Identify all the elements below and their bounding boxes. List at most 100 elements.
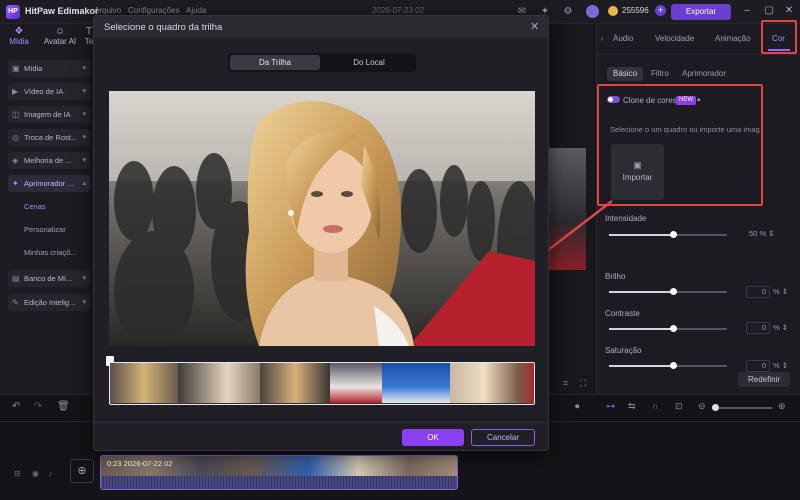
track-lock-icon[interactable]: ⊟ xyxy=(14,469,21,478)
menu-arquivo[interactable]: Arquivo xyxy=(94,6,121,15)
link-icon[interactable]: ⊶ xyxy=(606,401,615,412)
frame-thumb[interactable] xyxy=(178,363,260,403)
chevron-down-icon: ▾ xyxy=(82,88,86,95)
left-panel: ❖ Mídia ☺ Avatar AI T Te ▣ Mídia ▾ ▶ Vídeo … xyxy=(0,24,94,394)
subtab-filtro[interactable]: Filtro xyxy=(645,67,675,81)
datetime-label: 2026-07-23 02 xyxy=(372,6,425,15)
delete-icon[interactable]: 🗑 xyxy=(57,401,70,412)
zoom-slider[interactable] xyxy=(712,404,772,411)
value-box-brilho[interactable]: 0 xyxy=(746,286,770,298)
chevron-down-icon: ▾ xyxy=(82,134,86,141)
magnet-icon[interactable]: ∩ xyxy=(652,401,658,411)
slider-fill xyxy=(609,365,673,367)
frame-thumb[interactable] xyxy=(110,363,178,403)
frame-strip[interactable] xyxy=(109,362,535,405)
subtab-aprimorador[interactable]: Aprimorador xyxy=(676,67,732,81)
fullscreen-icon[interactable]: ⌗ xyxy=(563,378,568,389)
sidebar-item-midia[interactable]: ▣ Mídia ▾ xyxy=(8,60,90,77)
sidebar-item-imagem-ia[interactable]: ◫ Imagem de IA ▾ xyxy=(8,106,90,123)
dialog-footer: OK Cancelar xyxy=(94,422,548,451)
add-credits-icon[interactable]: + xyxy=(655,5,666,16)
split-icon[interactable]: ⇆ xyxy=(628,401,636,412)
dialog-header: Selecione o quadro da trilha ✕ xyxy=(94,16,548,38)
track-audio-icon[interactable]: ♪ xyxy=(48,469,52,478)
ok-button[interactable]: OK xyxy=(402,429,464,446)
redo-icon[interactable]: ↷ xyxy=(34,401,42,412)
video-icon: ▶ xyxy=(12,87,19,96)
slider-knob[interactable] xyxy=(670,362,677,369)
avatar[interactable] xyxy=(586,5,599,18)
tab-do-local[interactable]: Do Local xyxy=(324,55,414,70)
sidebar-sub-personalizar[interactable]: Personalizar xyxy=(24,225,66,234)
timeline-clip[interactable]: 0:23 2026-07-22 02 xyxy=(100,455,458,490)
image-icon: ◫ xyxy=(12,110,20,119)
unit-saturacao: % ⇕ xyxy=(773,361,789,370)
highlight-box-cor-tab xyxy=(761,20,797,54)
value-box-contraste[interactable]: 0 xyxy=(746,322,770,334)
undo-icon[interactable]: ↶ xyxy=(12,401,20,412)
slider-knob[interactable] xyxy=(670,325,677,332)
divider xyxy=(597,54,800,55)
menu-ajuda[interactable]: Ajuda xyxy=(186,6,206,15)
minimize-icon[interactable]: – xyxy=(740,4,754,18)
app-logo: HP xyxy=(6,5,20,19)
slider-intensidade[interactable] xyxy=(609,231,727,238)
slider-label-contraste: Contraste xyxy=(605,309,640,318)
tab-midia[interactable]: ❖ Mídia xyxy=(6,26,32,52)
chevron-down-icon: ▾ xyxy=(82,157,86,164)
clip-label: 0:23 2026-07-22 02 xyxy=(107,459,173,468)
slider-value-intensidade[interactable]: 50 % ⇕ xyxy=(749,229,774,238)
maximize-icon[interactable]: ▢ xyxy=(762,4,776,18)
sidebar-sub-cenas[interactable]: Cenas xyxy=(24,202,46,211)
close-window-icon[interactable]: ✕ xyxy=(782,4,796,18)
zoom-knob[interactable] xyxy=(712,404,719,411)
reset-button[interactable]: Redefinir xyxy=(738,372,790,387)
frame-thumb[interactable] xyxy=(382,363,450,403)
folder-icon: ▣ xyxy=(12,64,20,73)
tab-animacao[interactable]: Animação xyxy=(715,34,751,43)
chevron-down-icon: ▾ xyxy=(82,111,86,118)
sidebar-item-troca-rosto[interactable]: ◎ Troca de Rost... ▾ xyxy=(8,129,90,146)
right-panel: ‹ Áudio Velocidade Animação Cor Básico F… xyxy=(596,24,800,394)
zoom-out-icon[interactable]: ⊖ xyxy=(698,401,706,412)
slider-contraste[interactable] xyxy=(609,325,727,332)
back-icon[interactable]: ‹ xyxy=(601,34,604,43)
microphone-icon[interactable]: ⏺ xyxy=(575,401,580,412)
sidebar-item-banco-midia[interactable]: ▤ Banco de Mí... ▾ xyxy=(8,270,90,287)
chevron-up-icon: ▴ xyxy=(82,180,86,187)
highlight-box-color-clone xyxy=(597,84,763,206)
slider-fill xyxy=(609,291,673,293)
crop-icon[interactable]: ⛶ xyxy=(580,378,586,389)
dialog-title: Selecione o quadro da trilha xyxy=(104,22,223,33)
tab-audio[interactable]: Áudio xyxy=(613,34,633,43)
subtab-basico[interactable]: Básico xyxy=(607,67,644,81)
cancel-button[interactable]: Cancelar xyxy=(471,429,535,446)
frame-thumb[interactable] xyxy=(330,363,382,403)
zoom-in-icon[interactable]: ⊕ xyxy=(778,401,786,412)
fit-icon[interactable]: ⊡ xyxy=(675,401,683,412)
sidebar-item-edicao-inteligente[interactable]: ✎ Edição Intelig... ▾ xyxy=(8,294,90,311)
slider-knob[interactable] xyxy=(670,231,677,238)
add-media-button[interactable]: ⊕ xyxy=(70,459,94,483)
close-icon[interactable]: ✕ xyxy=(530,20,539,33)
sidebar-item-video-ia[interactable]: ▶ Vídeo de IA ▾ xyxy=(8,83,90,100)
coin-icon xyxy=(608,6,618,16)
sidebar-item-melhoria[interactable]: ◈ Melhoria de ... ▾ xyxy=(8,152,90,169)
select-frame-dialog: Selecione o quadro da trilha ✕ Da Trilha… xyxy=(93,15,549,451)
sidebar-sub-minhas-criacoes[interactable]: Minhas criaçõ... xyxy=(24,248,77,257)
value-box-saturacao[interactable]: 0 xyxy=(746,360,770,372)
menu-configuracoes[interactable]: Configurações xyxy=(128,6,180,15)
track-visibility-icon[interactable]: ◉ xyxy=(32,469,39,478)
settings-icon[interactable]: ⚙ xyxy=(561,5,575,19)
slider-saturacao[interactable] xyxy=(609,362,727,369)
tab-da-trilha[interactable]: Da Trilha xyxy=(230,55,320,70)
tab-velocidade[interactable]: Velocidade xyxy=(655,34,694,43)
sidebar-item-aprimorador[interactable]: ✦ Aprimorador ... ▴ xyxy=(8,175,90,192)
export-button[interactable]: Exportar xyxy=(671,4,731,20)
tab-avatar-ai[interactable]: ☺ Avatar AI xyxy=(40,26,80,52)
frame-thumb[interactable] xyxy=(260,363,330,403)
frame-thumb[interactable] xyxy=(450,363,534,403)
credits-count: 255596 xyxy=(622,6,649,15)
slider-knob[interactable] xyxy=(670,288,677,295)
slider-brilho[interactable] xyxy=(609,288,727,295)
